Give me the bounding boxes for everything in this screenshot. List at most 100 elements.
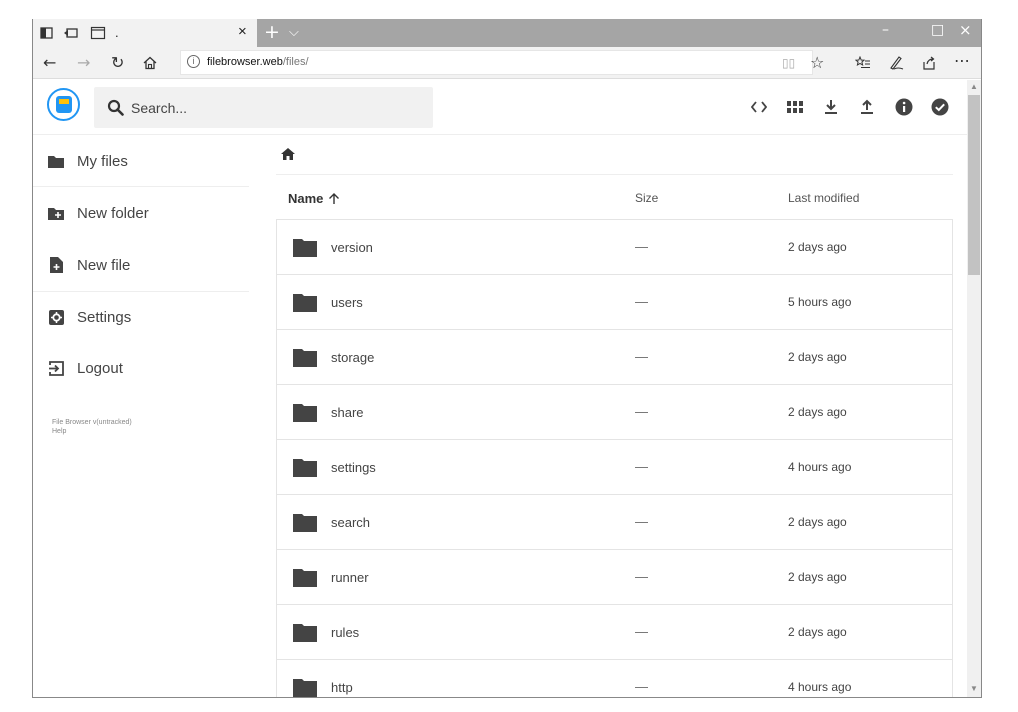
refresh-icon[interactable]: ↻ [111, 53, 124, 72]
window-close-button[interactable]: × [959, 21, 972, 39]
address-bar[interactable]: i filebrowser.web/files/ ▯▯ ☆ [180, 50, 824, 75]
download-icon[interactable] [821, 97, 841, 117]
file-list: version — 2 days ago users — 5 hours ago sto… [276, 219, 953, 697]
share-icon[interactable] [921, 55, 937, 71]
file-name: version [331, 240, 373, 255]
new-tab-button[interactable]: + [264, 21, 280, 43]
reading-view-icon[interactable]: ▯▯ [782, 56, 795, 70]
browser-navbar: ← → ↻ i filebrowser.web/files/ ▯▯ ☆ ⋯ [33, 47, 981, 79]
scroll-down-arrow-icon[interactable]: ▼ [970, 684, 978, 693]
file-size: — [635, 294, 648, 309]
file-size: — [635, 459, 648, 474]
file-row[interactable]: users — 5 hours ago [277, 275, 952, 330]
grid-view-icon[interactable] [785, 97, 805, 117]
scroll-up-arrow-icon[interactable]: ▲ [970, 82, 978, 91]
file-size: — [635, 404, 648, 419]
column-header-size[interactable]: Size [635, 191, 658, 205]
web-note-pen-icon[interactable] [888, 55, 904, 71]
file-row[interactable]: runner — 2 days ago [277, 550, 952, 605]
search-icon [107, 99, 124, 116]
folder-icon [293, 679, 317, 697]
url-text[interactable]: filebrowser.web/files/ [207, 56, 309, 68]
file-row[interactable]: settings — 4 hours ago [277, 440, 952, 495]
sidebar-item-label: Settings [77, 308, 132, 326]
settings-icon [48, 309, 64, 325]
window-frame-right [981, 19, 982, 698]
sidebar-item-settings[interactable]: Settings [48, 302, 131, 332]
help-link[interactable]: Help [52, 428, 66, 435]
sidebar-item-logout[interactable]: Logout [48, 353, 123, 383]
site-info-icon[interactable]: i [187, 55, 200, 68]
back-arrow-icon[interactable]: ← [43, 53, 56, 72]
file-row[interactable]: search — 2 days ago [277, 495, 952, 550]
version-text: File Browser v(untracked) [52, 419, 132, 426]
filebrowser-logo[interactable] [47, 88, 80, 121]
file-row[interactable]: version — 2 days ago [277, 220, 952, 275]
file-name: users [331, 295, 363, 310]
folder-icon [293, 349, 317, 367]
file-modified: 2 days ago [788, 515, 847, 529]
folder-icon [293, 404, 317, 422]
file-size: — [635, 349, 648, 364]
file-row[interactable]: storage — 2 days ago [277, 330, 952, 385]
search-input[interactable] [131, 98, 421, 118]
file-listing: Name Size Last modified version — 2 days a… [276, 135, 953, 697]
sidebar-item-label: New folder [77, 204, 149, 222]
browser-titlebar: . × + ⌵ – □ × [33, 19, 981, 47]
tab-close-button[interactable]: × [238, 23, 247, 40]
search-box[interactable] [94, 87, 433, 128]
sidebar-divider [33, 186, 249, 187]
sidebar: My files New folder New file Settings Lo… [33, 135, 250, 697]
breadcrumb-home-icon[interactable] [280, 146, 296, 162]
sidebar-item-new-folder[interactable]: New folder [48, 198, 149, 228]
browser-tab[interactable]: . × [33, 19, 257, 47]
forward-arrow-icon[interactable]: → [77, 53, 90, 72]
file-name: rules [331, 625, 360, 640]
tab-preview-icon[interactable] [63, 25, 79, 41]
file-name: storage [331, 350, 375, 365]
folder-icon [293, 294, 317, 312]
file-name: http [331, 680, 353, 695]
favorite-star-icon[interactable]: ☆ [810, 53, 824, 73]
sidebar-item-label: My files [77, 152, 128, 170]
sidebar-item-label: Logout [77, 359, 123, 377]
sidebar-item-new-file[interactable]: New file [48, 250, 130, 280]
scrollbar-thumb[interactable] [968, 95, 980, 275]
file-modified: 2 days ago [788, 405, 847, 419]
logout-icon [48, 360, 64, 376]
file-name: settings [331, 460, 376, 475]
select-multiple-check-icon[interactable] [930, 97, 950, 117]
page-icon [90, 26, 106, 40]
minimize-button[interactable]: – [882, 22, 889, 38]
sidebar-item-label: New file [77, 256, 131, 274]
toggle-code-icon[interactable] [749, 97, 769, 117]
tab-title: . [115, 25, 119, 40]
file-row[interactable]: http — 4 hours ago [277, 660, 952, 697]
upload-icon[interactable] [857, 97, 877, 117]
file-size: — [635, 514, 648, 529]
column-header-modified[interactable]: Last modified [788, 191, 859, 205]
file-name: share [331, 405, 364, 420]
home-icon[interactable] [143, 56, 157, 70]
file-modified: 2 days ago [788, 625, 847, 639]
more-menu-icon[interactable]: ⋯ [954, 51, 970, 70]
maximize-button[interactable]: □ [931, 22, 944, 38]
column-header-name[interactable]: Name [288, 191, 340, 206]
page-viewport: My files New folder New file Settings Lo… [33, 80, 981, 697]
file-name: search [331, 515, 371, 530]
set-tabs-aside-icon[interactable] [39, 25, 55, 41]
tab-menu-chevron-icon[interactable]: ⌵ [289, 24, 299, 40]
file-modified: 2 days ago [788, 570, 847, 584]
favorites-hub-icon[interactable] [855, 56, 871, 70]
floppy-disk-icon [56, 96, 72, 113]
file-row[interactable]: share — 2 days ago [277, 385, 952, 440]
folder-icon [293, 514, 317, 532]
sort-ascending-arrow-icon [329, 193, 340, 204]
page-scrollbar[interactable]: ▲ ▼ [967, 80, 981, 697]
file-size: — [635, 679, 648, 694]
sidebar-item-my-files[interactable]: My files [48, 146, 128, 176]
window-frame-bottom [32, 697, 982, 698]
file-size: — [635, 624, 648, 639]
info-icon[interactable] [894, 97, 914, 117]
file-row[interactable]: rules — 2 days ago [277, 605, 952, 660]
